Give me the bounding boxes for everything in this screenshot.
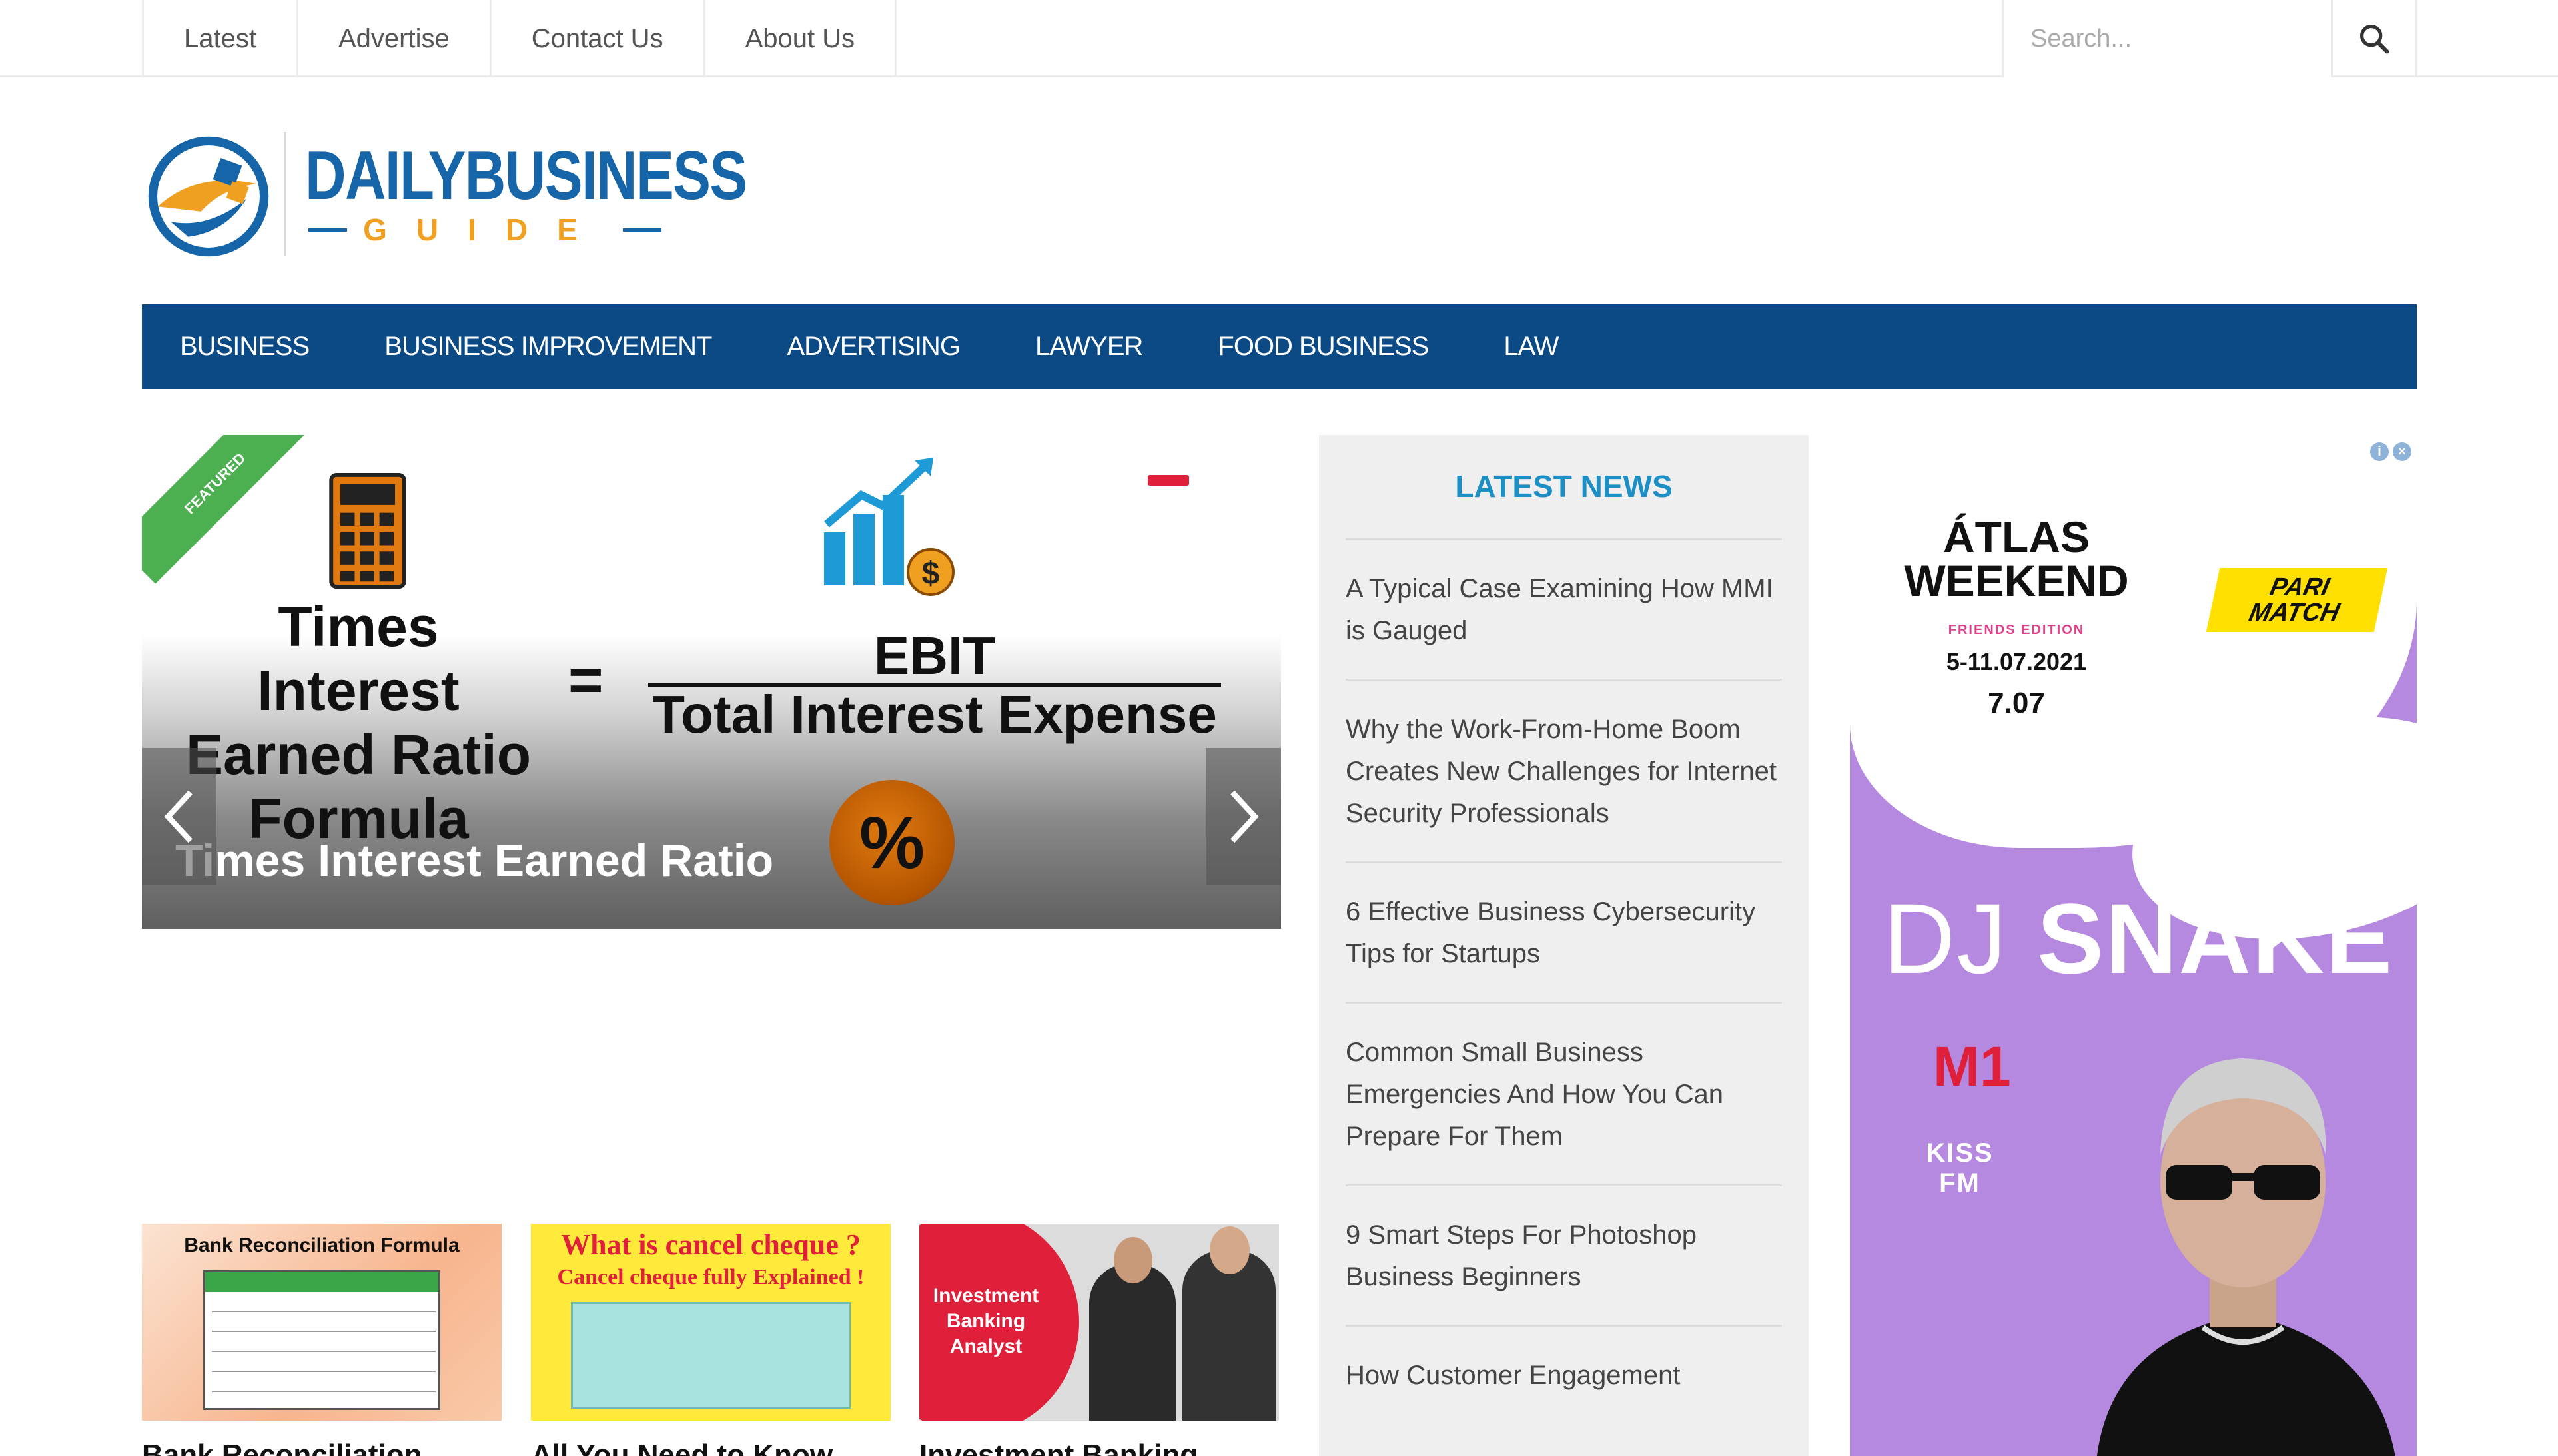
nav-item-business[interactable]: BUSINESS	[180, 332, 310, 362]
thumbnail-1-title[interactable]: Bank Reconciliation	[142, 1439, 422, 1456]
top-link-advertise[interactable]: Advertise	[296, 0, 490, 77]
top-link-about-us[interactable]: About Us	[703, 0, 897, 77]
nav-item-business-improvement[interactable]: BUSINESS IMPROVEMENT	[384, 332, 712, 362]
ad-info-icon[interactable]: i	[2370, 442, 2389, 461]
news-item[interactable]: A Typical Case Examining How MMI is Gaug…	[1346, 538, 1782, 679]
news-item[interactable]: 6 Effective Business Cybersecurity Tips …	[1346, 861, 1782, 1002]
search-button[interactable]	[2333, 0, 2417, 77]
ad-artist-photo	[2096, 1058, 2395, 1456]
svg-text:$: $	[922, 556, 940, 591]
formula-left-line-1: Times Interest	[257, 595, 460, 722]
businessman-head-1	[1114, 1237, 1152, 1283]
site-logo[interactable]: DAILYBUSINESS GUIDE	[145, 127, 747, 260]
formula-left-line-2: Earned Ratio	[185, 723, 532, 786]
logo-subtitle-text: GUIDE	[363, 212, 607, 247]
businessman-figure-1	[1089, 1264, 1176, 1421]
ad-artist-name: DJ SNAKE	[1883, 881, 2393, 996]
news-item[interactable]: 9 Smart Steps For Photoshop Business Beg…	[1346, 1184, 1782, 1325]
featured-slider[interactable]: FEATURED $ Times Interest Earned Ratio F…	[142, 435, 1281, 929]
ad-event-title-line-1: ÁTLAS	[1943, 512, 2090, 561]
nav-item-food-business[interactable]: FOOD BUSINESS	[1218, 332, 1429, 362]
thumbnail-investment-banking[interactable]: Investment Banking Analyst	[919, 1224, 1279, 1421]
news-item[interactable]: How Customer Engagement	[1346, 1325, 1782, 1423]
thumbnail-3-label-line-1: Investment	[933, 1285, 1039, 1307]
logo-divider	[284, 132, 286, 256]
ad-artist-name-bold: SNAKE	[2037, 883, 2394, 994]
main-nav: BUSINESS BUSINESS IMPROVEMENT ADVERTISIN…	[142, 304, 2417, 389]
ad-date-2: 7.07	[1988, 687, 2045, 719]
nav-item-lawyer[interactable]: LAWYER	[1035, 332, 1143, 362]
ad-close-icon[interactable]: ×	[2393, 442, 2411, 461]
top-link-contact-us[interactable]: Contact Us	[489, 0, 703, 77]
cheque-image	[571, 1302, 851, 1409]
ad-event-title: ÁTLAS WEEKEND	[1890, 515, 2143, 603]
thumbnail-2-title[interactable]: All You Need to Know	[531, 1439, 833, 1456]
ad-radio-logo: KISS FM	[1926, 1138, 1994, 1198]
slider-caption[interactable]: Times Interest Earned Ratio	[175, 835, 773, 887]
top-links: Latest Advertise Contact Us About Us	[142, 0, 897, 77]
formula-left: Times Interest Earned Ratio Formula	[182, 595, 535, 851]
ad-edition: FRIENDS EDITION	[1948, 623, 2085, 637]
thumbnail-1-heading: Bank Reconciliation Formula	[184, 1234, 460, 1256]
thumbnail-3-label-line-2: Banking	[946, 1310, 1026, 1332]
ad-artist-name-thin: DJ	[1883, 883, 2008, 994]
slider-red-mark	[1148, 475, 1189, 486]
thumbnail-2-line-2: Cancel cheque fully Explained !	[557, 1265, 865, 1289]
ad-sponsor-line-1: PARI	[2267, 573, 2332, 601]
advertisement-banner[interactable]: i × ÁTLAS WEEKEND FRIENDS EDITION 5-11.0…	[1850, 435, 2417, 1456]
thumbnail-bank-reconciliation[interactable]: Bank Reconciliation Formula	[142, 1224, 502, 1421]
ad-event-title-line-2: WEEKEND	[1904, 556, 2129, 605]
top-bar: Latest Advertise Contact Us About Us Sea…	[0, 0, 2558, 77]
formula-denominator: Total Interest Expense	[652, 685, 1217, 744]
ad-m1-logo: M1	[1933, 1035, 2011, 1098]
spreadsheet-image	[203, 1270, 440, 1410]
news-item[interactable]: Why the Work-From-Home Boom Creates New …	[1346, 679, 1782, 861]
formula-numerator: EBIT	[873, 626, 996, 685]
formula-equals: =	[568, 647, 604, 714]
businessman-head-2	[1210, 1226, 1250, 1274]
news-item[interactable]: Common Small Business Emergencies And Ho…	[1346, 1002, 1782, 1184]
thumbnail-3-label-line-3: Analyst	[949, 1335, 1023, 1357]
bar-growth-icon: $	[824, 458, 955, 596]
thumbnail-cancel-cheque[interactable]: What is cancel cheque ? Cancel cheque fu…	[531, 1224, 891, 1421]
logo-globe-icon	[148, 136, 269, 257]
slider-next-button[interactable]	[1206, 748, 1281, 885]
businessman-figure-2	[1182, 1250, 1276, 1421]
ad-sponsor-logo: PARI MATCH	[2206, 568, 2388, 632]
calculator-icon	[329, 472, 406, 589]
nav-item-advertising[interactable]: ADVERTISING	[787, 332, 961, 362]
latest-news-list: A Typical Case Examining How MMI is Gaug…	[1346, 538, 1782, 1423]
nav-item-law[interactable]: LAW	[1503, 332, 1559, 362]
ad-sponsor-line-2: MATCH	[2246, 599, 2342, 627]
search-icon	[2359, 24, 2389, 54]
slider-prev-button[interactable]	[142, 748, 216, 885]
ad-choices[interactable]: i ×	[2367, 440, 2411, 463]
thumbnail-3-title[interactable]: Investment Banking	[919, 1439, 1198, 1456]
chevron-left-icon	[164, 790, 193, 843]
latest-news-title: LATEST NEWS	[1455, 469, 1673, 504]
latest-news-panel: LATEST NEWS A Typical Case Examining How…	[1319, 435, 1809, 1456]
logo-subtitle: GUIDE	[308, 214, 661, 245]
ad-dates: 5-11.07.2021	[1946, 648, 2087, 675]
chevron-right-icon	[1230, 790, 1259, 843]
percent-badge: %	[829, 780, 955, 905]
thumbnail-3-label: Investment Banking Analyst	[919, 1283, 1053, 1359]
featured-ribbon: FEATURED	[142, 435, 316, 584]
thumbnail-2-line-1: What is cancel cheque ?	[561, 1228, 861, 1261]
search-input[interactable]: Search...	[2002, 0, 2333, 77]
logo-wordmark: DAILYBUSINESS	[305, 137, 747, 214]
top-link-latest[interactable]: Latest	[142, 0, 296, 77]
